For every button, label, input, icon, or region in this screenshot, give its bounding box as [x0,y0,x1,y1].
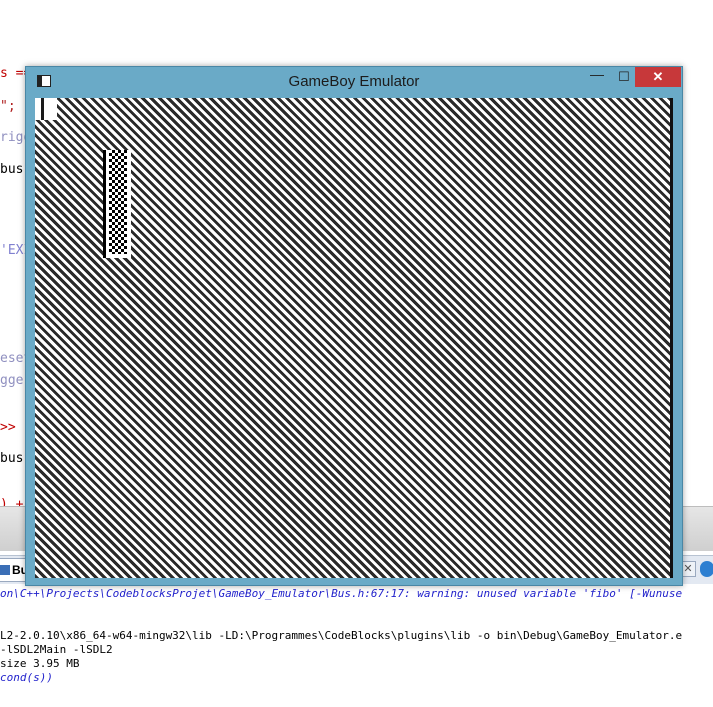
tab-extra-icon[interactable] [700,561,713,577]
emulator-window: GameBoy Emulator — ☐ ✕ [25,66,683,586]
code-fragment: bus [0,162,24,177]
title-bar[interactable]: GameBoy Emulator — ☐ ✕ [26,67,682,95]
build-log: on\C++\Projects\CodeblocksProjet\GameBoy… [0,584,713,707]
minimize-button[interactable]: — [584,67,610,87]
maximize-button[interactable]: ☐ [611,67,637,87]
checkered-sprite [103,150,131,258]
build-log-icon [0,565,10,575]
tab-build-log[interactable]: Buil [0,558,27,582]
log-line: L2-2.0.10\x86_64-w64-mingw32\lib -LD:\Pr… [0,629,683,642]
close-button[interactable]: ✕ [635,67,681,87]
log-line: size 3.95 MB [0,657,80,670]
screen-corner-block [35,98,57,120]
sprite-checkerboard [109,150,127,254]
log-line: -lSDL2Main -lSDL2 [0,643,113,656]
code-fragment: >> [0,420,16,435]
ide-editor-top [0,0,713,60]
sprite-bar [103,150,106,258]
emulator-screen[interactable] [35,98,673,578]
log-line: on\C++\Projects\CodeblocksProjet\GameBoy… [0,587,683,600]
code-fragment: bus [0,451,24,466]
code-fragment: "; [0,99,16,114]
log-line: cond(s)) [0,671,53,684]
screen-right-edge [670,98,673,578]
